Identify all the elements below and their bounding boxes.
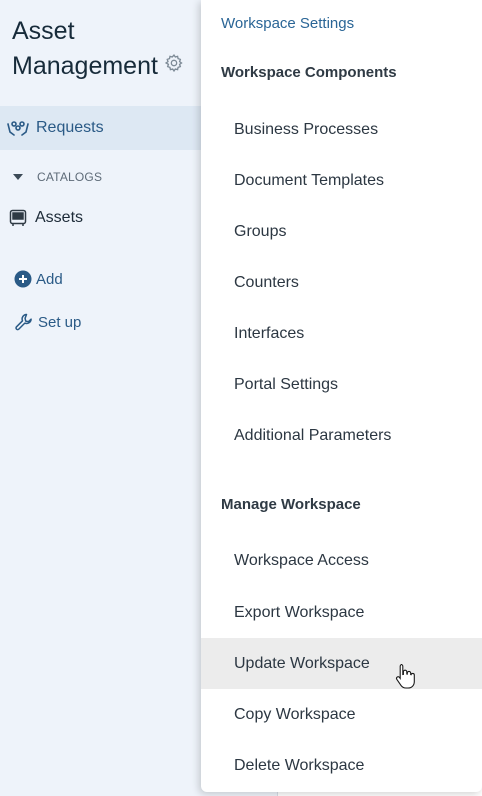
setup-label: Set up bbox=[38, 313, 82, 331]
menu-item-document-templates[interactable]: Document Templates bbox=[201, 155, 482, 206]
sidebar-item-assets[interactable]: Assets bbox=[0, 206, 202, 230]
workspace-title-line1: Asset bbox=[12, 17, 75, 45]
sidebar-item-assets-label: Assets bbox=[35, 209, 84, 226]
menu-item-copy-workspace[interactable]: Copy Workspace bbox=[201, 689, 482, 740]
wrench-icon bbox=[14, 312, 34, 332]
catalogs-section-toggle[interactable]: CATALOGS bbox=[12, 170, 102, 184]
sidebar-item-requests[interactable]: Requests bbox=[0, 106, 202, 150]
menu-item-export-workspace[interactable]: Export Workspace bbox=[201, 587, 482, 638]
menu-item-groups[interactable]: Groups bbox=[201, 206, 482, 257]
menu-item-counters[interactable]: Counters bbox=[201, 257, 482, 308]
sidebar-item-requests-label: Requests bbox=[36, 119, 104, 136]
caret-down-icon bbox=[13, 174, 23, 180]
workspace-title: Asset Management bbox=[12, 14, 184, 84]
gear-icon[interactable] bbox=[164, 48, 184, 83]
menu-item-additional-parameters[interactable]: Additional Parameters bbox=[201, 410, 482, 461]
menu-item-delete-workspace[interactable]: Delete Workspace bbox=[201, 740, 482, 791]
menu-item-update-workspace[interactable]: Update Workspace bbox=[201, 638, 482, 689]
workspace-components-heading: Workspace Components bbox=[221, 64, 397, 81]
menu-item-business-processes[interactable]: Business Processes bbox=[201, 104, 482, 155]
manage-workspace-heading: Manage Workspace bbox=[221, 496, 361, 513]
menu-item-interfaces[interactable]: Interfaces bbox=[201, 308, 482, 359]
menu-item-portal-settings[interactable]: Portal Settings bbox=[201, 359, 482, 410]
hand-cursor-icon bbox=[395, 663, 415, 694]
menu-item-workspace-access[interactable]: Workspace Access bbox=[201, 535, 482, 586]
workspace-title-line2: Management bbox=[12, 52, 158, 80]
workspace-settings-menu: Workspace Settings Workspace Components … bbox=[201, 0, 482, 792]
add-label: Add bbox=[36, 270, 63, 288]
catalogs-label: CATALOGS bbox=[37, 170, 103, 184]
workspace-settings-link[interactable]: Workspace Settings bbox=[221, 15, 354, 32]
add-button[interactable]: Add bbox=[14, 270, 63, 288]
setup-button[interactable]: Set up bbox=[14, 312, 81, 332]
assets-icon bbox=[9, 209, 27, 227]
requests-icon bbox=[6, 118, 30, 138]
add-icon bbox=[14, 270, 32, 288]
